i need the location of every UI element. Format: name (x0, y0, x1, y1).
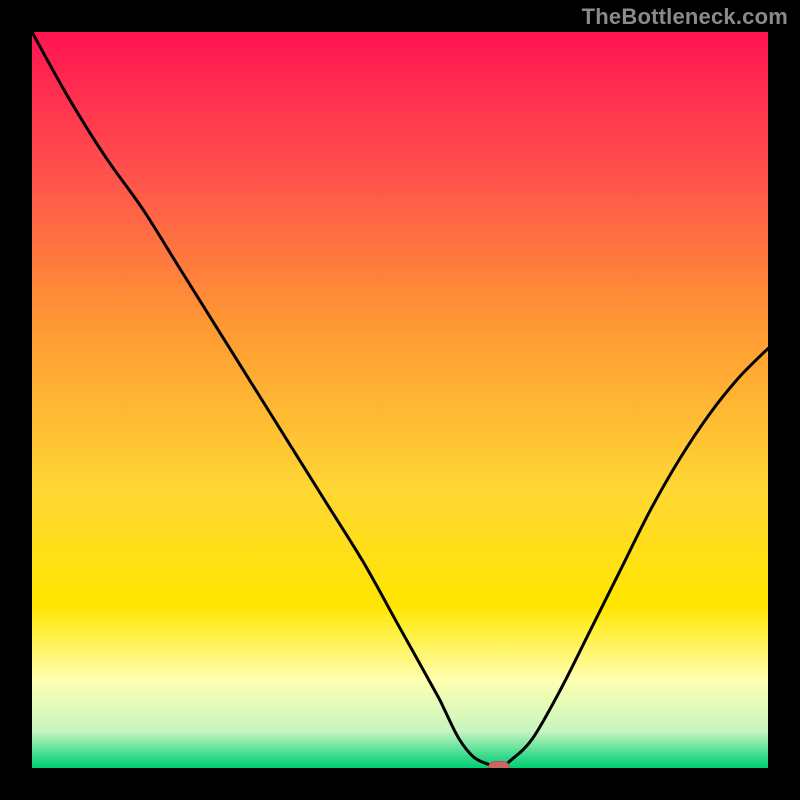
optimal-marker (488, 761, 510, 768)
bottleneck-curve (32, 32, 768, 768)
curve-layer (32, 32, 768, 768)
watermark-text: TheBottleneck.com (582, 4, 788, 30)
chart-frame: TheBottleneck.com (0, 0, 800, 800)
plot-area (32, 32, 768, 768)
